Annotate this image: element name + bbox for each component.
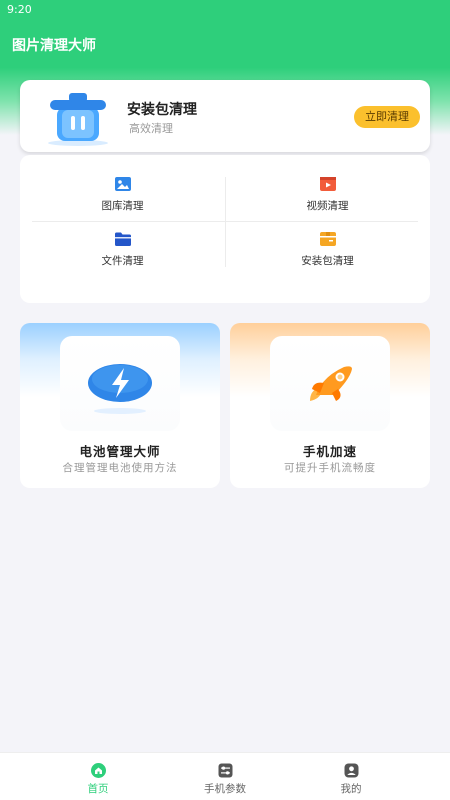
package-clean-card[interactable]: 安装包清理 高效清理 立即清理 xyxy=(20,80,430,152)
clean-now-button[interactable]: 立即清理 xyxy=(354,106,420,128)
grid-item-file-clean[interactable]: 文件清理 xyxy=(20,230,225,286)
trash-icon xyxy=(48,93,108,146)
sliders-icon xyxy=(218,763,232,778)
grid-item-label: 安装包清理 xyxy=(301,255,354,267)
lightning-icon xyxy=(88,364,152,414)
gallery-icon xyxy=(114,177,131,191)
tab-phone-specs[interactable]: 手机参数 xyxy=(185,763,265,796)
rocket-icon xyxy=(310,366,352,401)
video-icon xyxy=(319,177,336,191)
package-clean-subtitle: 高效清理 xyxy=(129,122,173,135)
grid-item-gallery-clean[interactable]: 图库清理 xyxy=(20,175,225,231)
tab-label: 手机参数 xyxy=(204,783,246,795)
tab-label: 首页 xyxy=(87,783,109,795)
tab-mine[interactable]: 我的 xyxy=(311,763,391,796)
bottom-navigation: 首页 手机参数 我的 xyxy=(0,752,450,800)
tab-label: 我的 xyxy=(340,783,362,795)
status-time: 9:20 xyxy=(7,3,32,16)
home-icon xyxy=(90,763,106,778)
grid-item-label: 视频清理 xyxy=(306,200,349,212)
folder-icon xyxy=(114,232,131,246)
battery-manager-card[interactable]: 电池管理大师 合理管理电池使用方法 xyxy=(20,323,220,488)
package-clean-title: 安装包清理 xyxy=(127,102,197,118)
profile-icon xyxy=(344,763,358,778)
battery-manager-subtitle: 合理管理电池使用方法 xyxy=(62,462,178,474)
grid-item-label: 文件清理 xyxy=(101,255,144,267)
page-title: 图片清理大师 xyxy=(12,38,96,54)
phone-speedup-subtitle: 可提升手机流畅度 xyxy=(284,462,376,474)
phone-speedup-card[interactable]: 手机加速 可提升手机流畅度 xyxy=(230,323,430,488)
package-icon xyxy=(319,232,336,246)
phone-speedup-title: 手机加速 xyxy=(302,444,357,459)
grid-item-video-clean[interactable]: 视频清理 xyxy=(225,175,430,231)
grid-item-package-clean[interactable]: 安装包清理 xyxy=(225,230,430,286)
clean-options-grid: 图库清理 视频清理 文件清理 安装包清理 xyxy=(20,155,430,303)
battery-manager-title: 电池管理大师 xyxy=(79,444,161,459)
grid-item-label: 图库清理 xyxy=(101,200,144,212)
tab-home[interactable]: 首页 xyxy=(58,763,138,796)
